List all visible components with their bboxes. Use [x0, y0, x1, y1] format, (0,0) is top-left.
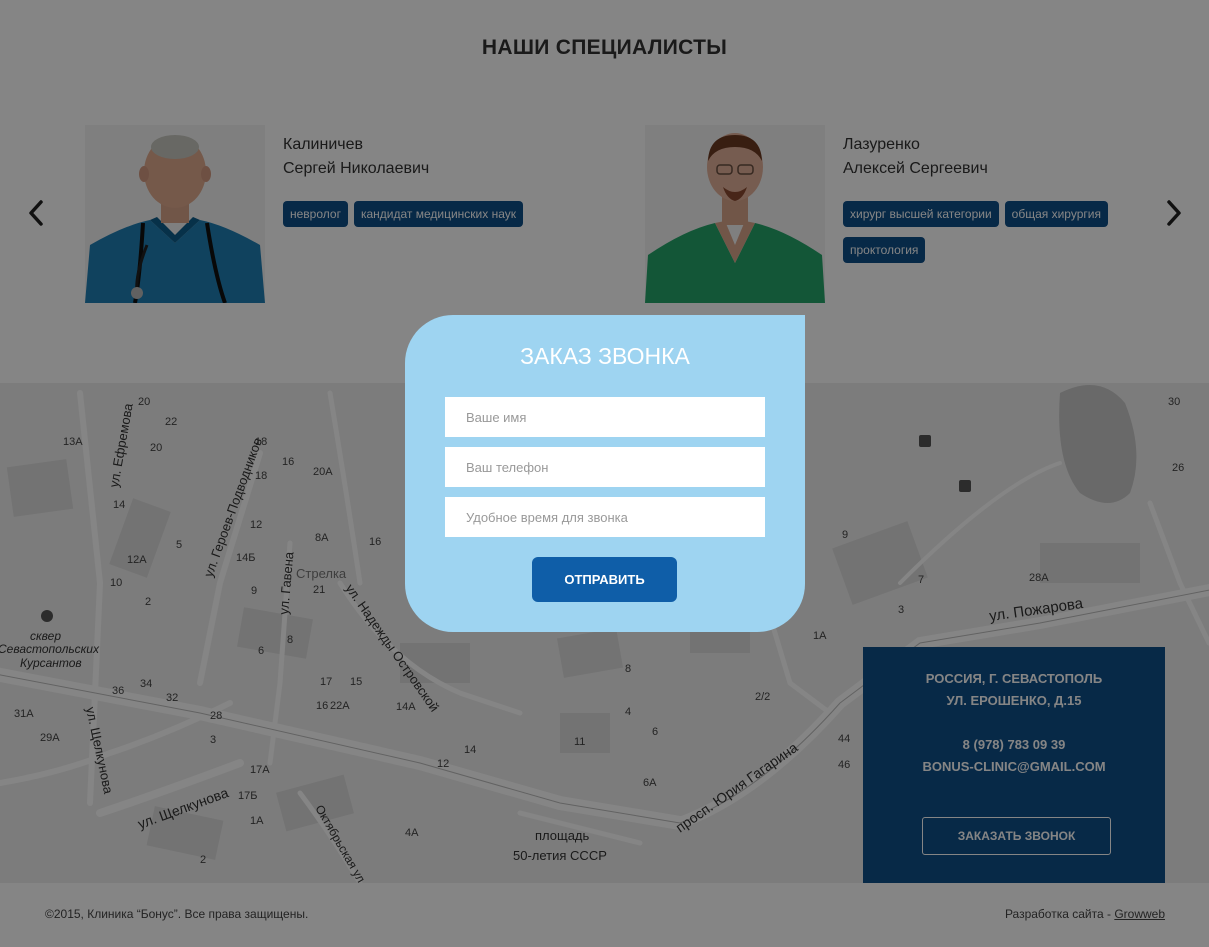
phone-input[interactable] — [445, 447, 765, 487]
name-input[interactable] — [445, 397, 765, 437]
modal-title: ЗАКАЗ ЗВОНКА — [520, 343, 690, 369]
call-time-input[interactable] — [445, 497, 765, 537]
submit-button[interactable]: ОТПРАВИТЬ — [532, 557, 677, 602]
callback-modal: ЗАКАЗ ЗВОНКА ОТПРАВИТЬ — [405, 315, 805, 632]
page: НАШИ СПЕЦИАЛИСТЫ Калиничев Сергей Никола… — [0, 0, 1209, 947]
